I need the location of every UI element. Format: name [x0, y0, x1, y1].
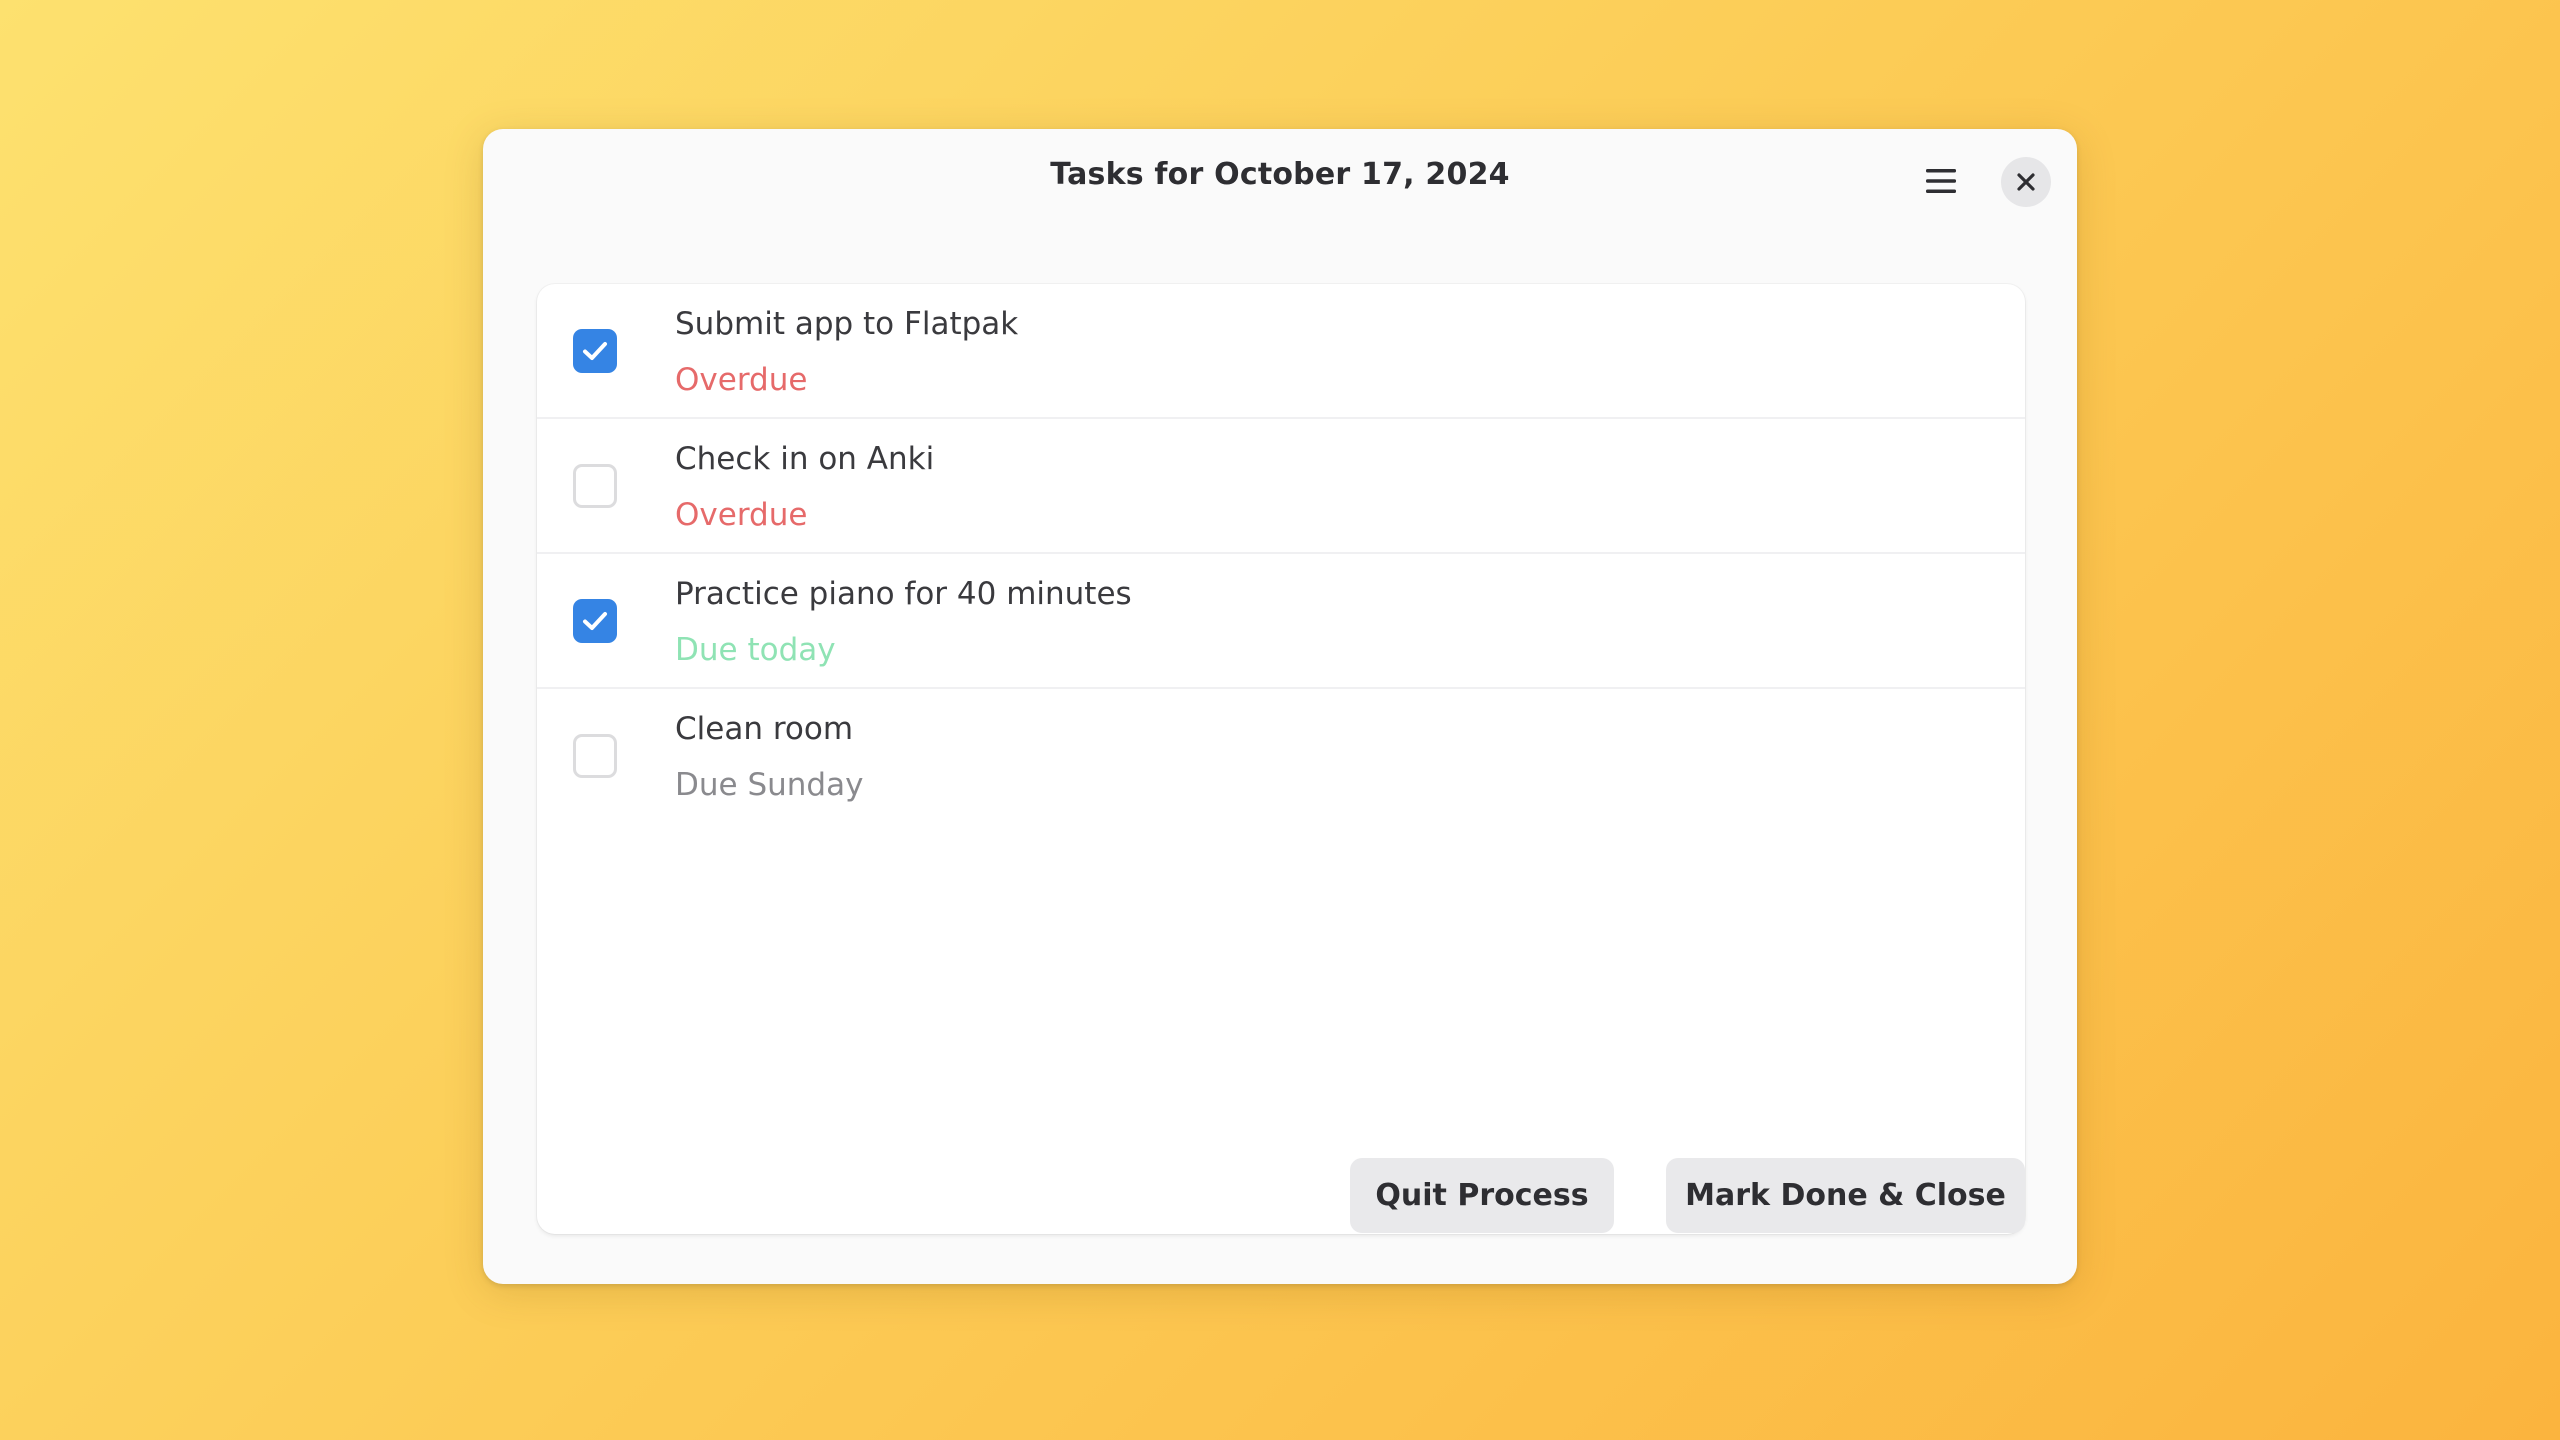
task-row: Practice piano for 40 minutes Due today — [537, 554, 2025, 689]
task-checkbox[interactable] — [573, 599, 617, 643]
hamburger-menu-icon — [1926, 169, 1956, 193]
header-bar: Tasks for October 17, 2024 — [483, 129, 2077, 229]
task-checkbox[interactable] — [573, 464, 617, 508]
task-checkbox[interactable] — [573, 734, 617, 778]
task-checkbox[interactable] — [573, 329, 617, 373]
task-row: Check in on Anki Overdue — [537, 419, 2025, 554]
task-row: Clean room Due Sunday — [537, 689, 2025, 824]
close-icon — [2017, 173, 2035, 191]
task-list: Submit app to Flatpak Overdue Check in o… — [537, 284, 2025, 1234]
tasks-dialog: Tasks for October 17, 2024 Submit app to… — [483, 129, 2077, 1284]
task-title: Submit app to Flatpak — [675, 306, 1019, 342]
checkmark-icon — [583, 612, 607, 630]
task-due-status: Due Sunday — [675, 767, 864, 803]
checkmark-icon — [583, 342, 607, 360]
quit-process-button[interactable]: Quit Process — [1350, 1158, 1614, 1233]
task-due-status: Overdue — [675, 497, 808, 533]
task-due-status: Due today — [675, 632, 836, 668]
mark-done-close-button[interactable]: Mark Done & Close — [1666, 1158, 2025, 1233]
task-title: Check in on Anki — [675, 441, 935, 477]
main-menu-button[interactable] — [1913, 153, 1969, 209]
window-title: Tasks for October 17, 2024 — [1050, 157, 1510, 192]
task-row: Submit app to Flatpak Overdue — [537, 284, 2025, 419]
close-button[interactable] — [2001, 157, 2051, 207]
task-title: Clean room — [675, 711, 854, 747]
task-title: Practice piano for 40 minutes — [675, 576, 1132, 612]
task-due-status: Overdue — [675, 362, 808, 398]
